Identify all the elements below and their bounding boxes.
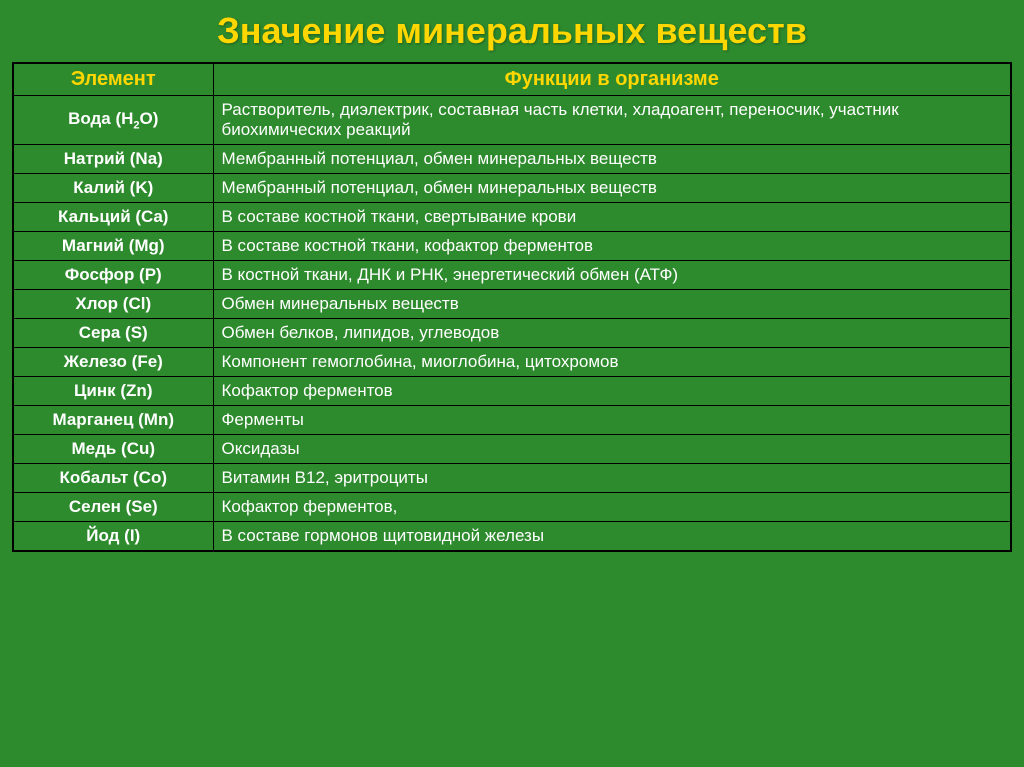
table-row: Железо (Fe)Компонент гемоглобина, миогло… (13, 348, 1011, 377)
table-header-row: Элемент Функции в организме (13, 63, 1011, 96)
function-cell: Компонент гемоглобина, миоглобина, цитох… (213, 348, 1011, 377)
element-cell: Натрий (Na) (13, 145, 213, 174)
element-cell: Медь (Cu) (13, 435, 213, 464)
table-row: Селен (Se)Кофактор ферментов, (13, 493, 1011, 522)
table-row: Магний (Mg)В составе костной ткани, кофа… (13, 232, 1011, 261)
table-row: Медь (Cu)Оксидазы (13, 435, 1011, 464)
table-row: Кальций (Ca)В составе костной ткани, све… (13, 203, 1011, 232)
table-body: Вода (H2O)Растворитель, диэлектрик, сост… (13, 96, 1011, 552)
table-row: Фосфор (P)В костной ткани, ДНК и РНК, эн… (13, 261, 1011, 290)
element-cell: Марганец (Mn) (13, 406, 213, 435)
table-row: Калий (K)Мембранный потенциал, обмен мин… (13, 174, 1011, 203)
function-cell: В составе гормонов щитовидной железы (213, 522, 1011, 552)
function-cell: Ферменты (213, 406, 1011, 435)
table-row: Марганец (Mn)Ферменты (13, 406, 1011, 435)
function-cell: Растворитель, диэлектрик, составная част… (213, 96, 1011, 145)
function-cell: Обмен минеральных веществ (213, 290, 1011, 319)
element-cell: Кобальт (Co) (13, 464, 213, 493)
page-title: Значение минеральных веществ (217, 10, 807, 52)
element-cell: Селен (Se) (13, 493, 213, 522)
table-row: Вода (H2O)Растворитель, диэлектрик, сост… (13, 96, 1011, 145)
header-element: Элемент (13, 63, 213, 96)
element-cell: Вода (H2O) (13, 96, 213, 145)
page-container: Значение минеральных веществ Элемент Фун… (0, 0, 1024, 767)
function-cell: В костной ткани, ДНК и РНК, энергетическ… (213, 261, 1011, 290)
table-row: Натрий (Na)Мембранный потенциал, обмен м… (13, 145, 1011, 174)
header-function: Функции в организме (213, 63, 1011, 96)
function-cell: Обмен белков, липидов, углеводов (213, 319, 1011, 348)
function-cell: Мембранный потенциал, обмен минеральных … (213, 174, 1011, 203)
main-table: Элемент Функции в организме Вода (H2O)Ра… (12, 62, 1012, 552)
table-row: Сера (S)Обмен белков, липидов, углеводов (13, 319, 1011, 348)
element-cell: Магний (Mg) (13, 232, 213, 261)
function-cell: Кофактор ферментов, (213, 493, 1011, 522)
element-cell: Железо (Fe) (13, 348, 213, 377)
element-cell: Фосфор (P) (13, 261, 213, 290)
element-cell: Сера (S) (13, 319, 213, 348)
function-cell: Витамин В12, эритроциты (213, 464, 1011, 493)
element-cell: Калий (K) (13, 174, 213, 203)
table-row: Хлор (Cl)Обмен минеральных веществ (13, 290, 1011, 319)
table-row: Кобальт (Co)Витамин В12, эритроциты (13, 464, 1011, 493)
function-cell: Оксидазы (213, 435, 1011, 464)
function-cell: Мембранный потенциал, обмен минеральных … (213, 145, 1011, 174)
function-cell: В составе костной ткани, свертывание кро… (213, 203, 1011, 232)
table-row: Йод (I)В составе гормонов щитовидной жел… (13, 522, 1011, 552)
element-cell: Цинк (Zn) (13, 377, 213, 406)
element-cell: Йод (I) (13, 522, 213, 552)
function-cell: В составе костной ткани, кофактор фермен… (213, 232, 1011, 261)
element-cell: Кальций (Ca) (13, 203, 213, 232)
element-cell: Хлор (Cl) (13, 290, 213, 319)
table-row: Цинк (Zn)Кофактор ферментов (13, 377, 1011, 406)
function-cell: Кофактор ферментов (213, 377, 1011, 406)
